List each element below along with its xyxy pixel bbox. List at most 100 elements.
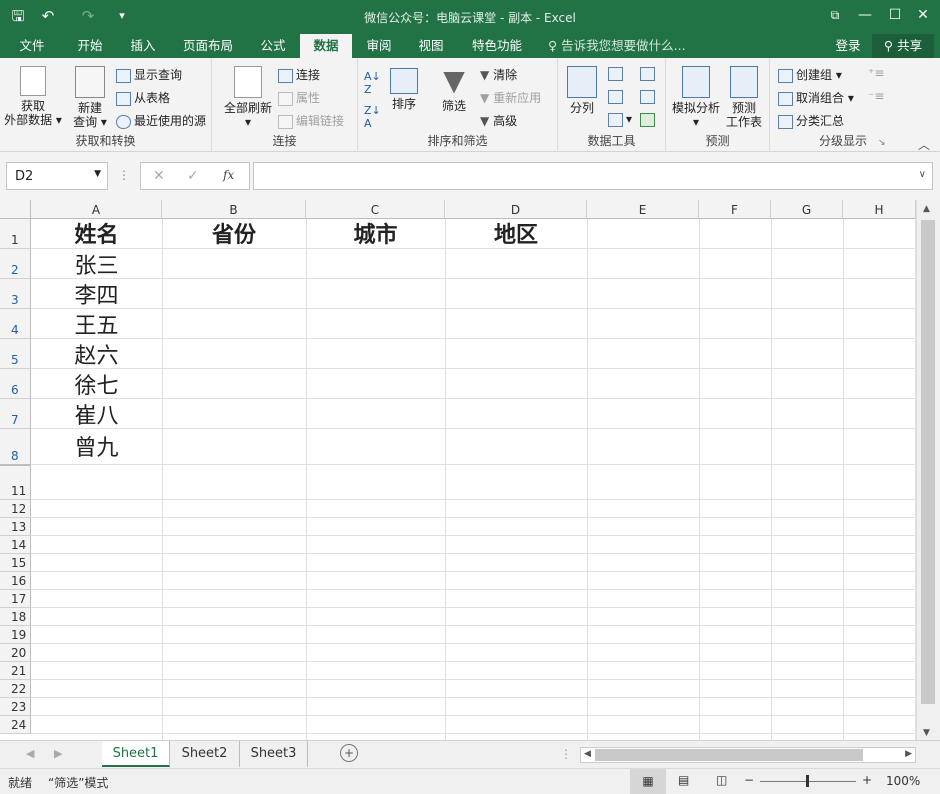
normal-view-icon[interactable]: ▦ xyxy=(630,769,666,794)
row-header[interactable]: 15 xyxy=(0,554,31,572)
cell-a1[interactable]: 姓名 xyxy=(31,220,162,250)
tab-view[interactable]: 视图 xyxy=(408,34,454,58)
tell-me-box[interactable]: ♀ 告诉我您想要做什么... xyxy=(548,34,698,58)
row-header[interactable]: 23 xyxy=(0,698,31,716)
name-box[interactable]: D2 ▼ xyxy=(6,162,108,190)
new-query-button[interactable]: 新建 查询 ▾ xyxy=(68,66,112,129)
next-sheet-icon[interactable]: ▶ xyxy=(54,747,62,760)
advanced-filter-button[interactable]: ▼ 高级 xyxy=(480,112,517,129)
cell-a5[interactable]: 赵六 xyxy=(31,342,162,372)
row-header[interactable]: 7 xyxy=(0,399,31,429)
scroll-right-icon[interactable]: ▶ xyxy=(905,749,912,759)
row-header[interactable]: 18 xyxy=(0,608,31,626)
row-header[interactable]: 14 xyxy=(0,536,31,554)
drag-handle-icon[interactable]: ⋮ xyxy=(118,168,130,182)
column-header-d[interactable]: D xyxy=(445,200,587,219)
login-link[interactable]: 登录 xyxy=(828,34,868,58)
cell-a8[interactable]: 曾九 xyxy=(31,434,162,464)
tab-review[interactable]: 审阅 xyxy=(356,34,402,58)
add-sheet-icon[interactable]: + xyxy=(340,744,358,762)
row-header[interactable]: 4 xyxy=(0,309,31,339)
tab-insert[interactable]: 插入 xyxy=(120,34,166,58)
row-header[interactable]: 13 xyxy=(0,518,31,536)
tab-formulas[interactable]: 公式 xyxy=(250,34,296,58)
sheet-tab-sheet3[interactable]: Sheet3 xyxy=(240,741,308,767)
row-header[interactable]: 8 xyxy=(0,429,31,465)
cell-a7[interactable]: 崔八 xyxy=(31,402,162,432)
tab-data[interactable]: 数据 xyxy=(300,34,352,58)
ungroup-button[interactable]: 取消组合 ▾ xyxy=(778,89,854,106)
page-break-view-icon[interactable]: ◫ xyxy=(716,773,727,787)
tab-page-layout[interactable]: 页面布局 xyxy=(176,34,240,58)
zoom-out-icon[interactable]: − xyxy=(744,773,754,787)
name-box-dropdown-icon[interactable]: ▼ xyxy=(94,169,101,179)
relationships-icon[interactable] xyxy=(640,89,658,104)
column-header-h[interactable]: H xyxy=(843,200,916,219)
properties-button[interactable]: 属性 xyxy=(278,89,320,106)
cancel-icon[interactable]: ✕ xyxy=(153,168,165,184)
insert-function-icon[interactable]: fx xyxy=(223,168,234,182)
row-header[interactable]: 17 xyxy=(0,590,31,608)
get-external-data-button[interactable]: 获取 外部数据 ▾ xyxy=(2,66,64,127)
column-header-f[interactable]: F xyxy=(699,200,771,219)
row-header[interactable]: 3 xyxy=(0,279,31,309)
row-header[interactable]: 24 xyxy=(0,716,31,734)
cell-a2[interactable]: 张三 xyxy=(31,252,162,282)
cell-a6[interactable]: 徐七 xyxy=(31,372,162,402)
row-header[interactable]: 21 xyxy=(0,662,31,680)
sort-az-icon[interactable]: A↓ Z xyxy=(364,70,381,96)
scroll-thumb[interactable] xyxy=(921,220,935,704)
filter-button[interactable]: ▼ 筛选 xyxy=(436,66,472,114)
prev-sheet-icon[interactable]: ◀ xyxy=(26,747,34,760)
tab-home[interactable]: 开始 xyxy=(66,34,114,58)
group-button[interactable]: 创建组 ▾ xyxy=(778,66,842,83)
manage-data-model-icon[interactable] xyxy=(640,112,658,127)
cell-a4[interactable]: 王五 xyxy=(31,312,162,342)
hide-detail-icon[interactable]: ⁻≡ xyxy=(868,89,884,103)
cell-a3[interactable]: 李四 xyxy=(31,282,162,312)
page-layout-view-icon[interactable]: ▤ xyxy=(678,773,689,787)
row-header[interactable]: 19 xyxy=(0,626,31,644)
what-if-analysis-button[interactable]: 模拟分析 ▾ xyxy=(670,66,722,129)
consolidate-icon[interactable] xyxy=(640,66,658,81)
close-icon[interactable]: ✕ xyxy=(910,4,936,26)
refresh-all-button[interactable]: 全部刷新 ▾ xyxy=(220,66,276,129)
text-to-columns-button[interactable]: 分列 xyxy=(564,66,600,115)
sort-za-icon[interactable]: Z↓ A xyxy=(364,104,381,130)
share-button[interactable]: ⚲ 共享 xyxy=(872,34,934,58)
forecast-sheet-button[interactable]: 预测 工作表 xyxy=(724,66,764,129)
column-header-c[interactable]: C xyxy=(306,200,445,219)
minimize-icon[interactable]: — xyxy=(852,4,878,26)
vertical-scrollbar[interactable]: ▲ ▼ xyxy=(916,200,940,740)
row-header[interactable]: 1 xyxy=(0,219,31,249)
remove-duplicates-icon[interactable] xyxy=(608,89,626,104)
scroll-left-icon[interactable]: ◀ xyxy=(584,749,591,759)
reapply-button[interactable]: ▼ 重新应用 xyxy=(480,89,541,106)
show-queries-button[interactable]: 显示查询 xyxy=(116,66,182,83)
scroll-up-icon[interactable]: ▲ xyxy=(923,204,930,214)
enter-icon[interactable]: ✓ xyxy=(187,168,199,184)
column-header-a[interactable]: A xyxy=(31,200,162,219)
row-header[interactable]: 22 xyxy=(0,680,31,698)
select-all-corner[interactable] xyxy=(0,200,31,219)
clear-filter-button[interactable]: ▼ 清除 xyxy=(480,66,517,83)
column-header-b[interactable]: B xyxy=(162,200,306,219)
column-header-g[interactable]: G xyxy=(771,200,843,219)
flash-fill-icon[interactable] xyxy=(608,66,626,81)
h-scroll-thumb[interactable] xyxy=(595,749,863,761)
edit-links-button[interactable]: 编辑链接 xyxy=(278,112,344,129)
worksheet-grid[interactable]: A B C D E F G H 1 2 3 4 5 6 7 8 11 12 13… xyxy=(0,200,916,740)
cell-d1[interactable]: 地区 xyxy=(445,220,587,250)
cell-b1[interactable]: 省份 xyxy=(162,220,306,250)
column-header-e[interactable]: E xyxy=(587,200,699,219)
sort-button[interactable]: 排序 xyxy=(386,68,422,111)
row-header[interactable]: 16 xyxy=(0,572,31,590)
maximize-icon[interactable]: ☐ xyxy=(882,4,908,26)
zoom-level[interactable]: 100% xyxy=(886,774,920,788)
expand-formula-icon[interactable]: ∨ xyxy=(919,169,926,180)
recent-sources-button[interactable]: 最近使用的源 xyxy=(116,112,206,129)
from-table-button[interactable]: 从表格 xyxy=(116,89,170,106)
row-header[interactable]: 11 xyxy=(0,466,31,500)
tab-special[interactable]: 特色功能 xyxy=(464,34,530,58)
sheet-tab-sheet2[interactable]: Sheet2 xyxy=(170,741,240,767)
